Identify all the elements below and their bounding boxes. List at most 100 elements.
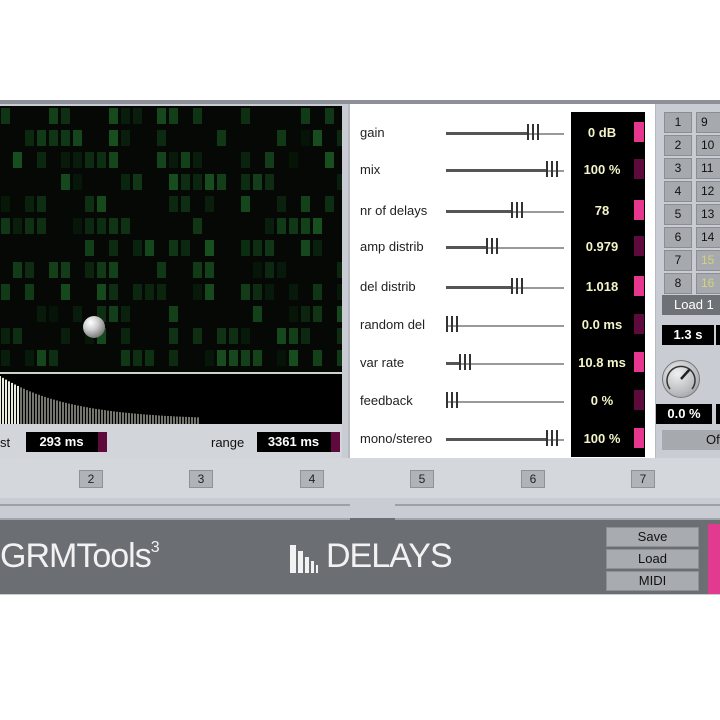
preset-button[interactable]: 5 (664, 204, 692, 225)
preset-button[interactable]: 16 (696, 273, 720, 294)
preset-button[interactable]: 12 (696, 181, 720, 202)
delay-display[interactable] (0, 106, 342, 372)
grid-cell (37, 196, 46, 212)
off-button[interactable]: Of (662, 430, 720, 450)
grid-cell (313, 218, 322, 234)
load-preset-button[interactable]: Load 1 (662, 295, 720, 315)
param-label: mix (360, 162, 381, 177)
midi-button[interactable]: MIDI (606, 571, 699, 591)
param-value[interactable]: 0.979 (571, 239, 633, 254)
grid-cell (121, 306, 130, 322)
position-ball[interactable] (83, 316, 105, 338)
grid-cell (241, 174, 250, 190)
param-marker[interactable] (634, 428, 644, 448)
save-button[interactable]: Save (606, 527, 699, 547)
param-marker[interactable] (634, 390, 644, 410)
param-value[interactable]: 0.0 ms (571, 317, 633, 332)
param-marker[interactable] (634, 200, 644, 220)
grid-cell (1, 196, 10, 212)
knob-value-2 (716, 404, 720, 424)
param-slider-thumb[interactable] (511, 202, 523, 218)
grid-cell (25, 130, 34, 146)
param-marker[interactable] (634, 276, 644, 296)
knob-value[interactable]: 0.0 % (656, 404, 712, 424)
grid-cell (241, 328, 250, 344)
first-value-text: 293 ms (39, 434, 84, 449)
grid-cell (241, 108, 250, 124)
param-marker[interactable] (634, 122, 644, 142)
grid-cell (193, 328, 202, 344)
param-value[interactable]: 0 % (571, 393, 633, 408)
grid-cell (61, 108, 70, 124)
separator (0, 498, 720, 518)
grid-cell (169, 328, 178, 344)
param-slider-track[interactable] (446, 401, 564, 403)
param-marker[interactable] (634, 352, 644, 372)
grid-cell (49, 108, 58, 124)
param-slider-thumb[interactable] (546, 430, 558, 446)
param-slider-thumb[interactable] (486, 238, 498, 254)
param-value[interactable]: 1.018 (571, 279, 633, 294)
number-button[interactable]: 4 (300, 470, 324, 488)
param-marker[interactable] (634, 314, 644, 334)
param-value[interactable]: 0 dB (571, 125, 633, 140)
grid-cell (265, 218, 274, 234)
number-button[interactable]: 7 (631, 470, 655, 488)
grid-cell (289, 218, 298, 234)
preset-button[interactable]: 6 (664, 227, 692, 248)
number-button[interactable]: 3 (189, 470, 213, 488)
grid-cell (1, 284, 10, 300)
param-value[interactable]: 10.8 ms (571, 355, 633, 370)
load-button[interactable]: Load (606, 549, 699, 569)
grid-cell (121, 108, 130, 124)
param-slider-thumb[interactable] (527, 124, 539, 140)
param-value[interactable]: 100 % (571, 162, 633, 177)
grid-cell (133, 108, 142, 124)
param-slider-thumb[interactable] (446, 392, 458, 408)
param-slider-thumb[interactable] (459, 354, 471, 370)
param-slider-fill (446, 438, 546, 441)
preset-button[interactable]: 11 (696, 158, 720, 179)
first-value[interactable]: 293 ms (26, 432, 107, 452)
range-value[interactable]: 3361 ms (257, 432, 340, 452)
grid-cell (49, 262, 58, 278)
grid-cell (277, 262, 286, 278)
preset-button[interactable]: 15 (696, 250, 720, 271)
number-button[interactable]: 6 (521, 470, 545, 488)
grid-cell (313, 130, 322, 146)
plugin-tab[interactable] (708, 524, 720, 594)
grid-cell (181, 196, 190, 212)
grid-cell (121, 130, 130, 146)
preset-button[interactable]: 2 (664, 135, 692, 156)
preset-button[interactable]: 4 (664, 181, 692, 202)
time-value[interactable]: 1.3 s (662, 325, 714, 345)
param-value[interactable]: 78 (571, 203, 633, 218)
grid-cell (289, 306, 298, 322)
grid-cell (25, 218, 34, 234)
param-marker[interactable] (634, 236, 644, 256)
preset-button[interactable]: 13 (696, 204, 720, 225)
number-button[interactable]: 2 (79, 470, 103, 488)
number-button[interactable]: 5 (410, 470, 434, 488)
preset-button[interactable]: 8 (664, 273, 692, 294)
param-value[interactable]: 100 % (571, 431, 633, 446)
param-label: mono/stereo (360, 431, 433, 446)
preset-button[interactable]: 14 (696, 227, 720, 248)
range-label: range (211, 435, 245, 450)
grid-cell (145, 240, 154, 256)
preset-button[interactable]: 7 (664, 250, 692, 271)
preset-button[interactable]: 9 (696, 112, 720, 133)
morph-knob[interactable] (662, 360, 700, 398)
grid-cell (253, 284, 262, 300)
param-slider-thumb[interactable] (546, 161, 558, 177)
param-row: mix 100 % (350, 155, 655, 185)
grid-cell (301, 218, 310, 234)
param-slider-track[interactable] (446, 325, 564, 327)
preset-button[interactable]: 1 (664, 112, 692, 133)
preset-button[interactable]: 10 (696, 135, 720, 156)
preset-button[interactable]: 3 (664, 158, 692, 179)
param-marker[interactable] (634, 159, 644, 179)
param-slider-thumb[interactable] (446, 316, 458, 332)
grid-cell (157, 152, 166, 168)
param-slider-thumb[interactable] (511, 278, 523, 294)
